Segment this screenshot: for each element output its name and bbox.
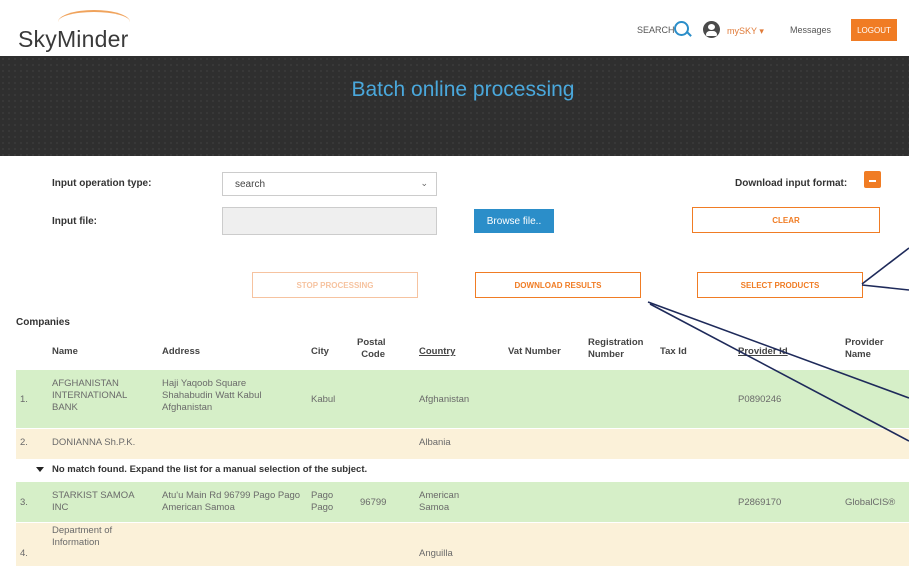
download-results-button[interactable]: DOWNLOAD RESULTS: [475, 272, 641, 298]
company-name: AFGHANISTAN INTERNATIONAL BANK: [52, 378, 127, 413]
operation-type-label: Input operation type:: [52, 178, 152, 189]
search-icon[interactable]: [674, 21, 689, 36]
logout-button[interactable]: LOGOUT: [851, 19, 897, 41]
col-header-tax[interactable]: Tax Id: [660, 346, 687, 358]
company-country: Anguilla: [419, 548, 453, 559]
table-row[interactable]: [16, 429, 909, 459]
col-header-vat[interactable]: Vat Number: [508, 346, 561, 358]
page-banner: Batch online processing: [0, 56, 909, 156]
input-file-label: Input file:: [52, 216, 97, 227]
company-name: STARKIST SAMOA INC: [52, 490, 135, 513]
stop-processing-button[interactable]: STOP PROCESSING: [252, 272, 418, 298]
operation-type-select[interactable]: search ⌄: [222, 172, 437, 196]
arrow-to-select-products-2: [861, 284, 909, 291]
user-avatar-icon[interactable]: [703, 21, 720, 38]
input-file-field[interactable]: [222, 207, 437, 235]
company-city: Kabul: [311, 394, 336, 405]
search-link[interactable]: SEARCH: [637, 25, 675, 35]
row-number: 1.: [20, 394, 28, 405]
top-navbar: SkyMinder SEARCH mySKY ▾ Messages LOGOUT: [0, 0, 909, 56]
company-address: Haji Yaqoob Square Shahabudin Watt Kabul…: [162, 378, 262, 413]
operation-type-value: search: [235, 179, 266, 190]
messages-link[interactable]: Messages: [790, 25, 831, 35]
col-header-registration[interactable]: Registration Number: [588, 337, 650, 361]
col-header-city[interactable]: City: [311, 346, 329, 358]
no-match-message: No match found. Expand the list for a ma…: [52, 464, 368, 475]
download-format-icon[interactable]: [864, 171, 881, 188]
company-address: Atu'u Main Rd 96799 Pago Pago American S…: [162, 490, 301, 513]
col-header-provider-id[interactable]: Provider Id: [738, 346, 788, 358]
browse-file-button[interactable]: Browse file..: [474, 209, 554, 233]
col-header-postal[interactable]: Postal Code: [357, 337, 386, 361]
col-header-address[interactable]: Address: [162, 346, 200, 358]
expand-caret-icon[interactable]: [36, 467, 44, 472]
row-number: 4.: [20, 548, 28, 559]
company-country: Albania: [419, 437, 451, 448]
company-name: Department of Information: [52, 525, 113, 548]
companies-title: Companies: [16, 317, 70, 328]
col-header-name[interactable]: Name: [52, 346, 78, 358]
table-row[interactable]: [16, 523, 909, 566]
company-postal: 96799: [360, 497, 387, 508]
skyminder-logo[interactable]: SkyMinder: [18, 26, 128, 53]
page-title: Batch online processing: [351, 78, 575, 101]
provider-name: GlobalCIS®: [845, 497, 896, 508]
mysky-menu[interactable]: mySKY ▾: [727, 26, 764, 37]
no-match-row[interactable]: No match found. Expand the list for a ma…: [16, 461, 909, 479]
company-name: DONIANNA Sh.P.K.: [52, 437, 136, 448]
select-products-button[interactable]: SELECT PRODUCTS: [697, 272, 863, 298]
row-number: 2.: [20, 437, 28, 448]
company-country: Afghanistan: [419, 394, 470, 405]
provider-id: P0890246: [738, 394, 782, 405]
provider-id: P2869170: [738, 497, 782, 508]
arrow-to-select-products: [861, 247, 909, 285]
chevron-down-icon: ⌄: [420, 178, 428, 188]
download-format-label: Download input format:: [735, 178, 848, 189]
col-header-country[interactable]: Country: [419, 346, 455, 358]
row-number: 3.: [20, 497, 28, 508]
company-city: Pago Pago: [311, 490, 334, 513]
clear-button[interactable]: CLEAR: [692, 207, 880, 233]
col-header-provider-name[interactable]: Provider Name: [845, 337, 895, 361]
company-country: American Samoa: [419, 490, 460, 513]
